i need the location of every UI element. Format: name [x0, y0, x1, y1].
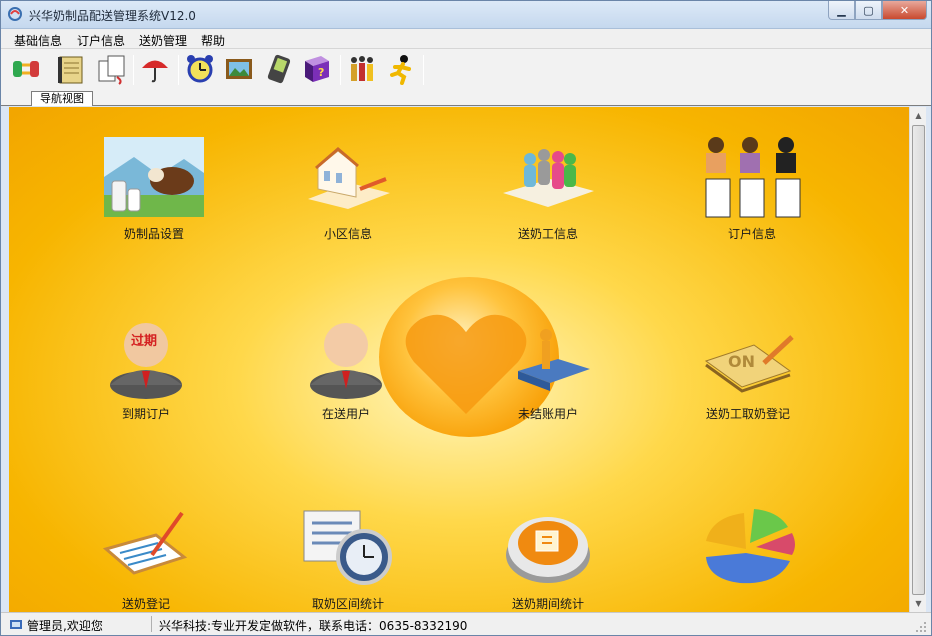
- running-man-icon: [390, 55, 411, 85]
- menu-subscriber-info[interactable]: 订户信息: [77, 32, 125, 49]
- status-company-info: 兴华科技:专业开发定做软件，联系电话：0635-8332190: [159, 619, 468, 633]
- notebook-icon: [58, 56, 83, 84]
- resize-grip-icon[interactable]: [915, 621, 927, 633]
- subscribers-icon: [705, 137, 801, 218]
- dairy-products-icon: [104, 137, 204, 217]
- status-user-text: 管理员,欢迎您: [27, 619, 103, 633]
- tile-delivery-register[interactable]: 送奶登记: [71, 505, 221, 612]
- tile-label: 送奶登记: [121, 597, 170, 611]
- toolbar-separator: [133, 55, 134, 85]
- menu-basic-info[interactable]: 基础信息: [14, 32, 62, 49]
- toolbar: ?: [1, 49, 931, 91]
- pda-icon: [267, 54, 291, 84]
- tile-active-subscribers[interactable]: 在送用户: [271, 315, 421, 465]
- main-window: 兴华奶制品配送管理系统V12.0 ▁ ▢ ✕ 基础信息 订户信息 送奶管理 帮助: [0, 0, 932, 636]
- title-bar[interactable]: 兴华奶制品配送管理系统V12.0 ▁ ▢ ✕: [1, 1, 931, 29]
- app-logo-icon: [8, 7, 22, 21]
- toolbar-people-button[interactable]: [346, 53, 378, 85]
- expired-user-icon: 过期: [110, 323, 182, 399]
- scrollbar-thumb[interactable]: [912, 125, 925, 595]
- toolbar-picture-button[interactable]: [223, 53, 255, 85]
- tile-label: 送奶工取奶登记: [705, 407, 790, 421]
- svg-text:过期: 过期: [131, 333, 157, 349]
- toolbar-documents-button[interactable]: [95, 53, 127, 85]
- navigation-panel: 奶制品设置 小区信息 送奶工信息 订户信息 过期 到期订户 在送用户 未结账用户…: [9, 107, 909, 612]
- toolbar-notebook-button[interactable]: [54, 53, 86, 85]
- svg-text:?: ?: [318, 66, 324, 79]
- unpaid-user-icon: [518, 329, 590, 391]
- tile-community[interactable]: 小区信息: [273, 135, 423, 285]
- tile-expired-subscribers[interactable]: 过期 到期订户: [71, 315, 221, 465]
- tab-strip: 导航视图: [1, 91, 931, 106]
- tile-label: 未结账用户: [517, 407, 578, 421]
- toolbar-pda-button[interactable]: [263, 53, 295, 85]
- tile-delivery-workers[interactable]: 送奶工信息: [473, 135, 623, 285]
- toolbar-separator: [423, 55, 424, 85]
- tile-label: 送奶期间统计: [511, 597, 584, 611]
- tile-label: 取奶区间统计: [311, 597, 384, 611]
- toolbar-separator: [340, 55, 341, 85]
- pickup-register-icon: ON: [704, 335, 794, 393]
- scroll-down-arrow-icon[interactable]: ▼: [910, 595, 927, 612]
- status-bar: 管理员,欢迎您 兴华科技:专业开发定做软件，联系电话：0635-8332190: [1, 612, 931, 635]
- tile-unpaid-subscribers[interactable]: 未结账用户: [473, 315, 623, 465]
- pickup-stats-icon: [303, 510, 392, 585]
- minimize-button[interactable]: ▁: [828, 1, 855, 20]
- workers-group-icon: [503, 149, 594, 207]
- toolbar-umbrella-button[interactable]: [139, 53, 171, 85]
- umbrella-icon: [142, 60, 168, 83]
- menu-bar: 基础信息 订户信息 送奶管理 帮助: [1, 29, 931, 49]
- tab-navigation-view[interactable]: 导航视图: [31, 91, 93, 106]
- tile-dairy-products[interactable]: 奶制品设置: [79, 135, 229, 285]
- alarm-clock-icon: [187, 55, 213, 83]
- menu-help[interactable]: 帮助: [201, 32, 225, 49]
- tile-label: 送奶工信息: [517, 227, 578, 241]
- tile-pickup-statistics[interactable]: 取奶区间统计: [273, 505, 423, 612]
- tile-label: 在送用户: [321, 407, 370, 421]
- status-separator: [151, 616, 152, 632]
- vertical-scrollbar[interactable]: ▲ ▼: [909, 107, 926, 612]
- people-icon: [351, 56, 373, 81]
- tile-pickup-register[interactable]: ON 送奶工取奶登记: [673, 315, 823, 465]
- toolbar-separator: [178, 55, 179, 85]
- svg-text:ON: ON: [728, 352, 755, 371]
- picture-icon: [226, 59, 252, 79]
- tile-subscribers[interactable]: 订户信息: [677, 135, 827, 285]
- tile-label: 订户信息: [727, 227, 776, 241]
- window-title: 兴华奶制品配送管理系统V12.0: [29, 9, 196, 23]
- tile-period-statistics[interactable]: 送奶期间统计: [473, 505, 623, 612]
- delivery-register-icon: [102, 511, 188, 575]
- tile-pie-chart[interactable]: [673, 505, 823, 612]
- transfer-icon: [13, 61, 39, 77]
- tile-label: 奶制品设置: [123, 227, 184, 241]
- scroll-up-arrow-icon[interactable]: ▲: [910, 107, 927, 124]
- delivery-stats-icon: [506, 517, 590, 583]
- user-status-icon: [10, 620, 22, 629]
- toolbar-alarm-button[interactable]: [184, 53, 216, 85]
- tile-label: 到期订户: [121, 407, 170, 421]
- pie-chart-icon: [706, 509, 795, 584]
- toolbar-exit-button[interactable]: [386, 53, 418, 85]
- documents-icon: [98, 55, 125, 85]
- help-book-icon: ?: [305, 56, 329, 82]
- active-user-icon: [310, 323, 382, 399]
- toolbar-transfer-button[interactable]: [10, 53, 42, 85]
- toolbar-help-button[interactable]: ?: [301, 53, 333, 85]
- menu-delivery-management[interactable]: 送奶管理: [139, 32, 187, 49]
- close-button[interactable]: ✕: [882, 1, 927, 20]
- community-building-icon: [308, 147, 390, 209]
- tile-label: 小区信息: [323, 227, 372, 241]
- maximize-button[interactable]: ▢: [855, 1, 882, 20]
